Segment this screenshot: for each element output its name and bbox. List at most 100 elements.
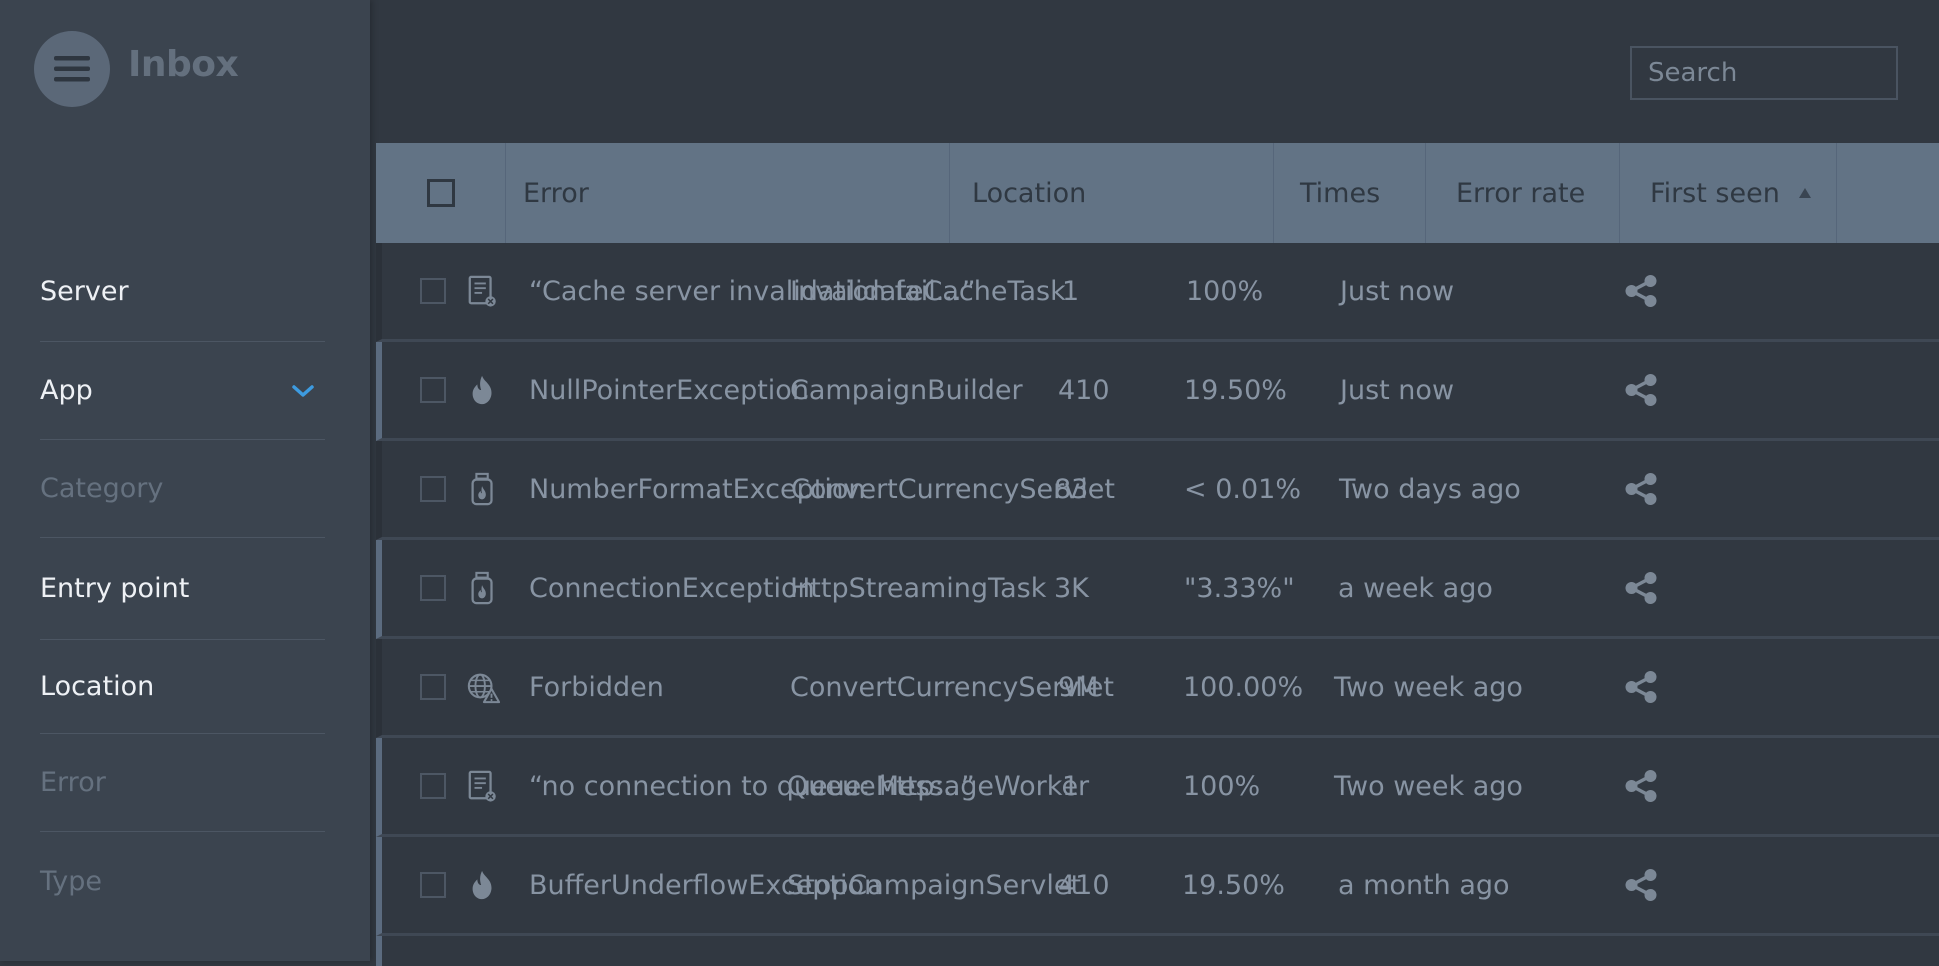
row-type-cell: [466, 540, 500, 636]
row-location: CampaignBuilder: [790, 374, 1023, 406]
sidebar-item-location[interactable]: Location: [40, 640, 325, 734]
sidebar-item-label: App: [40, 375, 93, 406]
row-location: InvalidateCacheTask: [790, 275, 1066, 307]
row-first-seen: Just now: [1340, 374, 1455, 406]
row-first-seen: Just now: [1340, 275, 1455, 307]
row-times: 1: [1062, 770, 1080, 802]
share-icon[interactable]: [1624, 769, 1658, 803]
table-row[interactable]: “no connection to queue: http:..” QueueMe…: [376, 738, 1939, 837]
row-times: 83: [1054, 473, 1089, 505]
row-error-rate: 100%: [1183, 770, 1261, 802]
jar-icon: [471, 472, 493, 506]
row-location: HttpStreamingTask: [790, 572, 1047, 604]
row-error[interactable]: NullPointerException: [529, 342, 809, 438]
row-first-seen: a month ago: [1338, 869, 1510, 901]
document-error-icon: [468, 275, 497, 308]
column-header-first-seen[interactable]: First seen: [1619, 143, 1836, 243]
column-header-location[interactable]: Location: [949, 143, 1273, 243]
share-icon[interactable]: [1624, 274, 1658, 308]
row-error-rate: 19.50%: [1182, 869, 1285, 901]
row-type-cell: [466, 342, 500, 438]
row-first-seen: Two week ago: [1334, 671, 1523, 703]
errors-table: Error Location Times Error rate First se…: [376, 143, 1939, 966]
sidebar-item-server[interactable]: Server: [40, 242, 325, 342]
table-row[interactable]: NumberFormatException ConvertCurrencyServ…: [376, 441, 1939, 540]
sidebar-item-error[interactable]: Error: [40, 734, 325, 832]
column-header-label: Times: [1300, 177, 1381, 209]
column-header-error[interactable]: Error: [505, 143, 949, 243]
row-checkbox[interactable]: [420, 377, 446, 403]
share-icon[interactable]: [1624, 670, 1658, 704]
row-times: 9M: [1058, 671, 1099, 703]
row-checkbox[interactable]: [420, 773, 446, 799]
select-all-checkbox[interactable]: [426, 179, 455, 207]
table-row[interactable]: ConnectionException HttpStreamingTask 3K "3…: [376, 540, 1939, 639]
row-error-rate: 100%: [1186, 275, 1264, 307]
sidebar-item-label: Type: [40, 865, 103, 897]
row-error-rate: 100.00%: [1183, 671, 1304, 703]
row-checkbox[interactable]: [420, 278, 446, 304]
table-row[interactable]: Forbidden ConvertCurrencyServlet 9M 100.00%…: [376, 639, 1939, 738]
share-icon[interactable]: [1624, 571, 1658, 605]
search-input[interactable]: [1646, 57, 1890, 89]
sidebar-item-app[interactable]: App: [40, 342, 325, 440]
sidebar-item-type[interactable]: Type: [40, 832, 325, 930]
row-share-cell: [1624, 441, 1658, 537]
sidebar-nav: Server App Category Entry point Location…: [40, 242, 325, 930]
row-error[interactable]: ConnectionException: [529, 540, 815, 636]
row-first-seen: Two days ago: [1339, 473, 1521, 505]
row-type-cell: [466, 441, 500, 537]
row-share-cell: [1624, 540, 1658, 636]
sidebar-item-category[interactable]: Category: [40, 440, 325, 538]
column-header-times[interactable]: Times: [1273, 143, 1425, 243]
row-share-cell: [1624, 837, 1658, 933]
table-header: Error Location Times Error rate First se…: [376, 143, 1939, 243]
sidebar-item-label: Location: [40, 671, 155, 702]
row-share-cell: [1624, 639, 1658, 735]
header-select-cell: [376, 143, 505, 243]
row-error-rate: "3.33%": [1184, 572, 1295, 604]
row-select-cell: [420, 837, 446, 933]
row-select-cell: [420, 441, 446, 537]
row-checkbox[interactable]: [420, 575, 446, 601]
row-select-cell: [420, 540, 446, 636]
row-type-cell: [466, 243, 500, 339]
row-times: 410: [1058, 869, 1110, 901]
sidebar-item-entry-point[interactable]: Entry point: [40, 538, 325, 640]
jar-icon: [471, 571, 493, 605]
flame-icon: [472, 375, 492, 405]
row-times: 3K: [1054, 572, 1089, 604]
share-icon[interactable]: [1624, 472, 1658, 506]
row-location: QueueMessageWorker: [787, 770, 1090, 802]
table-row[interactable]: BufferUnderflowException StopCampaignServ…: [376, 837, 1939, 936]
row-share-cell: [1624, 243, 1658, 339]
share-icon[interactable]: [1624, 868, 1658, 902]
menu-button[interactable]: [34, 31, 110, 107]
share-icon[interactable]: [1624, 373, 1658, 407]
sort-ascending-icon[interactable]: [1798, 187, 1812, 199]
row-error-rate: < 0.01%: [1184, 473, 1301, 505]
table-row-partial: [376, 936, 1939, 966]
chevron-down-icon[interactable]: [291, 383, 315, 399]
row-times: 1: [1062, 275, 1080, 307]
globe-warning-icon: [467, 673, 500, 704]
row-first-seen: a week ago: [1338, 572, 1493, 604]
flame-icon: [472, 870, 492, 900]
table-row[interactable]: “Cache server invalidation fail...” Inval…: [376, 243, 1939, 342]
hamburger-icon: [54, 56, 90, 82]
column-header-label: Error rate: [1456, 177, 1586, 209]
column-header-label: Error: [523, 177, 589, 209]
row-select-cell: [420, 639, 446, 735]
table-row[interactable]: NullPointerException CampaignBuilder 410 19…: [376, 342, 1939, 441]
app-title: Inbox: [128, 44, 239, 85]
header-actions-cell: [1836, 143, 1939, 243]
row-checkbox[interactable]: [420, 476, 446, 502]
column-header-error-rate[interactable]: Error rate: [1425, 143, 1619, 243]
row-first-seen: Two week ago: [1334, 770, 1523, 802]
document-error-icon: [468, 770, 497, 803]
row-error[interactable]: Forbidden: [529, 639, 664, 735]
search-box: [1630, 46, 1898, 100]
row-checkbox[interactable]: [420, 674, 446, 700]
row-select-cell: [420, 342, 446, 438]
row-checkbox[interactable]: [420, 872, 446, 898]
